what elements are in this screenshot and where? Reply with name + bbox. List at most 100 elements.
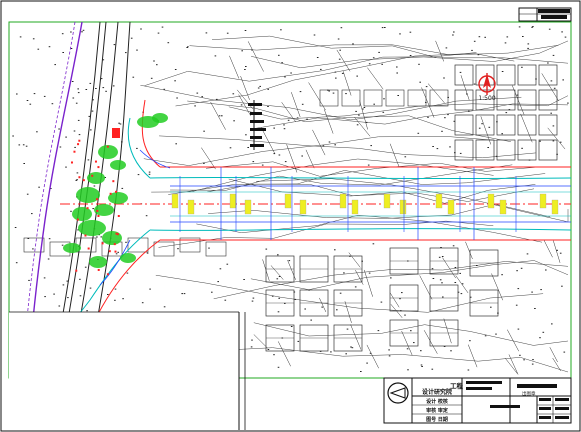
survey-point — [240, 104, 243, 106]
terrain-stroke — [201, 147, 216, 170]
survey-point — [561, 285, 563, 287]
station-marker — [499, 199, 507, 215]
survey-point — [346, 328, 349, 330]
survey-point — [244, 30, 247, 31]
terrain-stroke — [336, 49, 351, 72]
red-mark — [114, 250, 117, 253]
survey-point — [61, 33, 64, 35]
survey-point — [85, 89, 88, 90]
survey-point — [26, 100, 29, 101]
survey-point — [284, 161, 287, 163]
contour-line — [228, 95, 569, 120]
red-mark — [73, 150, 76, 153]
survey-point — [548, 28, 551, 30]
survey-point — [321, 306, 323, 308]
survey-point — [299, 91, 302, 93]
survey-point — [388, 355, 391, 357]
red-mark — [112, 180, 115, 183]
survey-point — [252, 161, 255, 163]
survey-point — [341, 72, 344, 74]
survey-point — [43, 277, 46, 279]
contour-line — [189, 44, 559, 56]
station-marker — [383, 193, 391, 209]
survey-point — [459, 272, 461, 274]
terrain-stroke — [350, 324, 362, 350]
survey-point — [520, 267, 523, 269]
contour-line — [207, 183, 535, 202]
survey-point — [481, 123, 483, 125]
building-footprint — [517, 139, 537, 161]
tree-cluster — [72, 207, 92, 221]
red-mark — [97, 166, 100, 169]
survey-point — [84, 266, 87, 268]
survey-point — [90, 129, 92, 131]
survey-point — [518, 26, 521, 28]
survey-point — [278, 297, 280, 299]
sheet-tag-box — [518, 7, 572, 22]
survey-point — [339, 49, 341, 51]
survey-point — [245, 66, 247, 67]
survey-point — [167, 42, 170, 44]
survey-point — [181, 293, 183, 295]
survey-point — [406, 348, 409, 350]
tree-cluster — [110, 160, 126, 170]
red-mark — [77, 143, 80, 146]
survey-point — [48, 46, 51, 48]
survey-point — [125, 241, 127, 243]
survey-point — [96, 236, 98, 238]
survey-point — [562, 79, 564, 81]
survey-point — [401, 292, 403, 294]
survey-point — [82, 29, 85, 31]
building-footprint — [475, 114, 495, 136]
survey-point — [553, 87, 556, 89]
survey-point — [320, 68, 322, 70]
survey-point — [365, 121, 368, 123]
title-row-1: 设计 校核 — [426, 398, 448, 405]
terrain-stroke — [442, 257, 456, 279]
survey-point — [487, 147, 489, 148]
survey-point — [105, 90, 107, 92]
terrain-stroke — [435, 40, 445, 62]
red-mark — [113, 243, 116, 246]
survey-point — [334, 144, 336, 146]
tree-cluster — [102, 231, 122, 245]
red-block — [112, 128, 120, 138]
survey-point — [447, 114, 449, 116]
survey-point — [517, 288, 520, 290]
survey-point — [211, 291, 213, 293]
red-mark — [84, 234, 87, 237]
survey-point — [113, 44, 116, 46]
survey-point — [100, 236, 103, 238]
survey-point — [18, 144, 21, 146]
survey-point — [454, 282, 457, 283]
survey-point — [527, 43, 530, 45]
survey-point — [75, 102, 78, 104]
building-footprint — [153, 241, 175, 257]
survey-point — [251, 339, 253, 341]
survey-point — [362, 108, 364, 110]
survey-point — [521, 66, 523, 68]
survey-point — [360, 371, 362, 372]
survey-point — [466, 93, 468, 95]
survey-point — [377, 330, 380, 332]
survey-point — [334, 71, 337, 73]
terrain-stroke — [247, 41, 264, 72]
terrain-stroke — [520, 113, 533, 143]
survey-point — [33, 93, 36, 95]
red-mark — [70, 161, 73, 164]
survey-point — [542, 331, 545, 333]
survey-point — [522, 36, 524, 37]
station-marker — [229, 193, 237, 209]
survey-point — [91, 110, 94, 112]
survey-point — [153, 60, 155, 62]
survey-point — [425, 86, 428, 88]
survey-point — [322, 145, 325, 147]
contour-line — [158, 220, 494, 248]
terrain-stroke — [421, 87, 435, 118]
survey-point — [372, 57, 375, 59]
survey-point — [51, 103, 54, 105]
survey-point — [203, 162, 205, 164]
survey-point — [14, 227, 17, 228]
contour-line — [251, 40, 569, 69]
survey-point — [396, 72, 398, 74]
